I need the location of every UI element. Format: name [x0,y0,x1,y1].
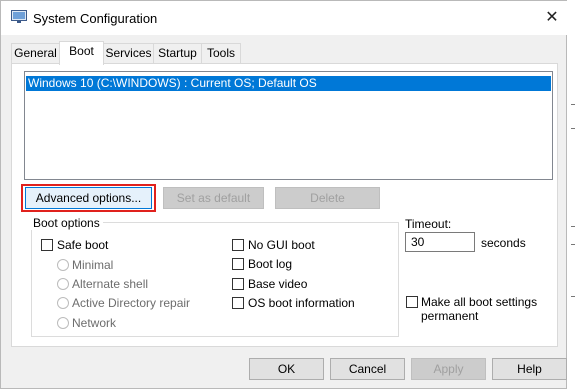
title-bar: System Configuration ✕ [1,1,568,35]
timeout-unit-label: seconds [481,236,526,250]
apply-button[interactable]: Apply [411,358,486,380]
network-radio[interactable] [57,317,69,329]
no-gui-boot-label[interactable]: No GUI boot [248,238,315,252]
system-configuration-window: System Configuration ✕ General Boot Serv… [0,0,568,389]
boot-log-label[interactable]: Boot log [248,257,292,271]
base-video-label[interactable]: Base video [248,277,307,291]
timeout-label: Timeout: [405,217,452,231]
no-gui-boot-checkbox[interactable] [232,239,244,251]
advanced-options-button[interactable]: Advanced options... [25,187,152,209]
system-config-icon [11,10,27,23]
base-video-checkbox[interactable] [232,278,244,290]
tab-services[interactable]: Services [103,43,154,63]
background-mark [571,244,575,245]
alternate-shell-radio[interactable] [57,278,69,290]
delete-button[interactable]: Delete [275,187,380,209]
ok-button[interactable]: OK [249,358,324,380]
timeout-input[interactable]: 30 [405,232,475,252]
os-list-item[interactable]: Windows 10 (C:\WINDOWS) : Current OS; De… [26,76,551,91]
alternate-shell-label: Alternate shell [72,277,149,291]
background-mark [571,104,575,105]
tab-tools[interactable]: Tools [201,43,241,63]
tab-general[interactable]: General [11,43,60,63]
active-directory-repair-radio[interactable] [57,297,69,309]
active-directory-repair-label: Active Directory repair [72,296,191,310]
tab-startup[interactable]: Startup [153,43,202,63]
os-boot-information-label[interactable]: OS boot information [248,296,355,310]
boot-log-checkbox[interactable] [232,258,244,270]
boot-options-label: Boot options [30,216,103,230]
safe-boot-label[interactable]: Safe boot [57,238,108,252]
make-permanent-checkbox[interactable] [406,296,418,308]
make-permanent-label-line1[interactable]: Make all boot settings [421,295,537,309]
safe-boot-checkbox[interactable] [41,239,53,251]
set-as-default-button[interactable]: Set as default [163,187,264,209]
tab-boot[interactable]: Boot [59,41,104,65]
window-title: System Configuration [33,11,158,26]
os-boot-information-checkbox[interactable] [232,297,244,309]
help-button[interactable]: Help [492,358,567,380]
background-mark [571,226,575,227]
cancel-button[interactable]: Cancel [330,358,405,380]
background-mark [571,128,575,129]
network-label: Network [72,316,117,330]
background-mark [571,296,575,297]
minimal-label: Minimal [72,258,114,272]
background-window-strip [567,0,575,389]
minimal-radio[interactable] [57,259,69,271]
make-permanent-label-line2[interactable]: permanent [421,309,478,323]
close-icon[interactable]: ✕ [541,8,563,28]
